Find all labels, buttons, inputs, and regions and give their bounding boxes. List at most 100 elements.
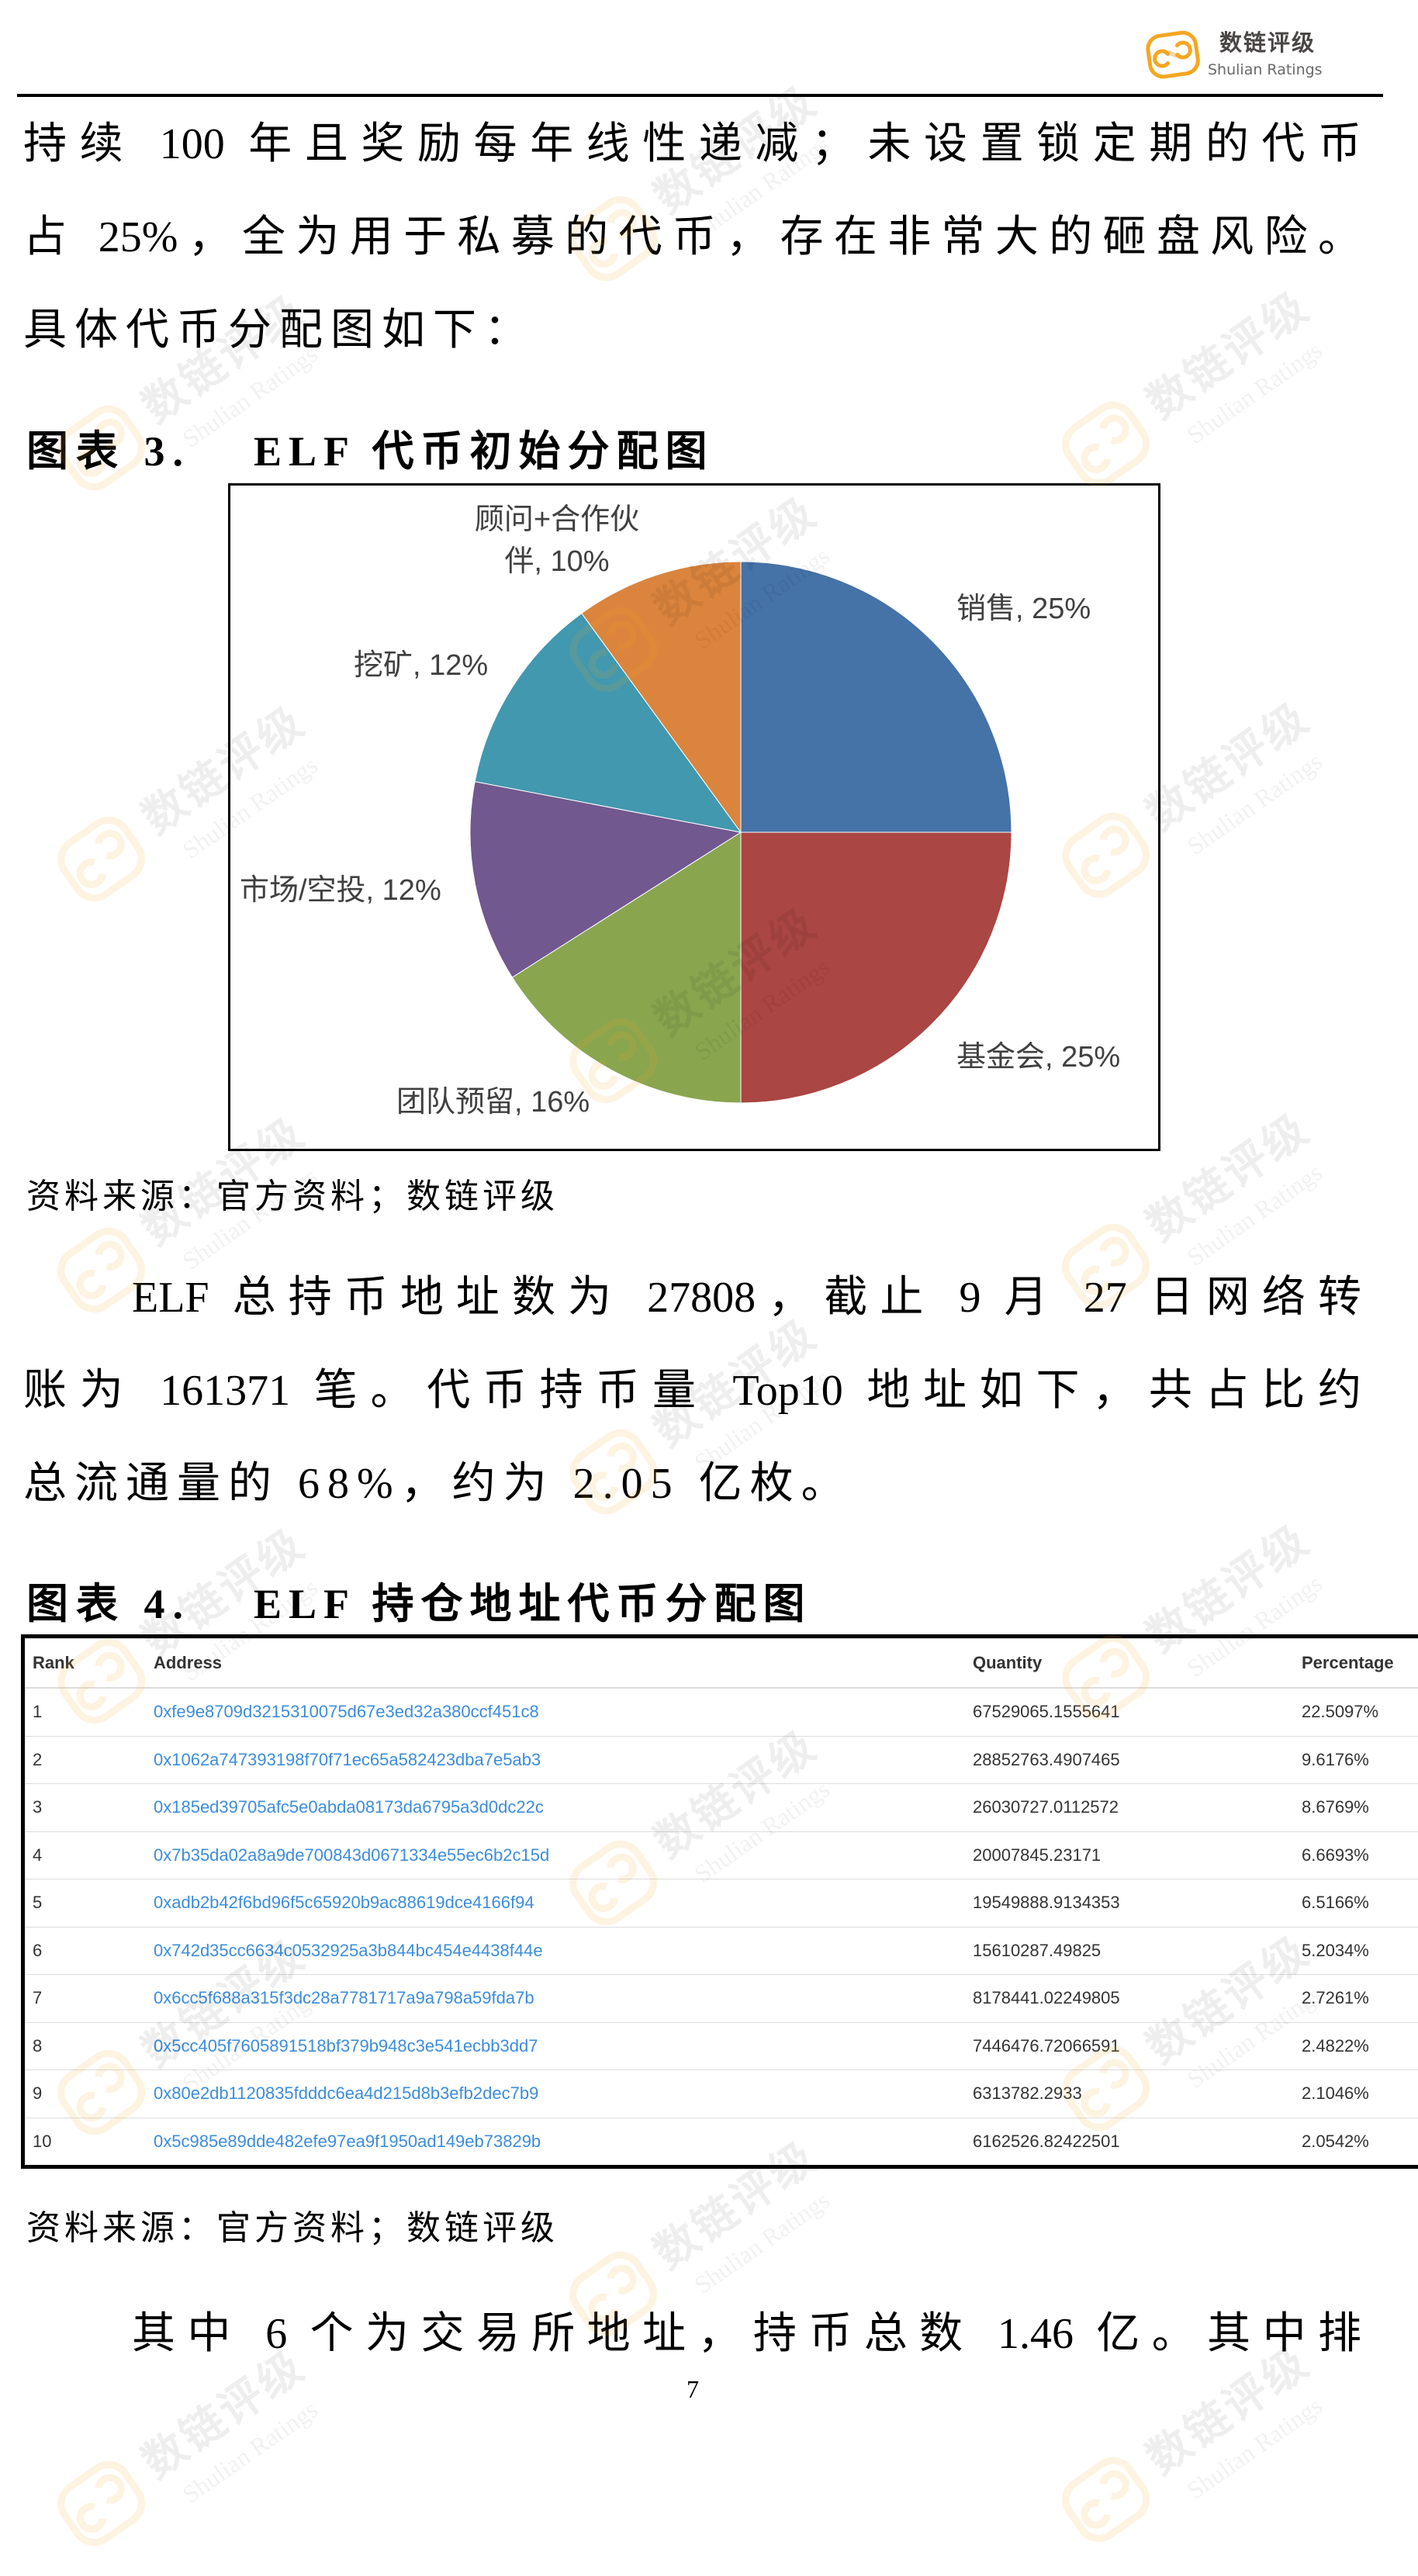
percentage-cell: 8.6769% (1294, 1783, 1418, 1831)
pie-label-marketing-airdrop: 市场/空投, 12% (240, 874, 441, 907)
quantity-cell: 15610287.49825 (965, 1926, 1294, 1975)
address-cell: 0x1062a747393198f70f71ec65a582423dba7e5a… (146, 1735, 965, 1784)
logo-name-cn: 数链评级 (1219, 29, 1316, 56)
rank-cell: 3 (25, 1783, 146, 1831)
table-row: 9 0x80e2db1120835fdddc6ea4d215d8b3efb2de… (25, 2069, 1418, 2118)
address-cell: 0x80e2db1120835fdddc6ea4d215d8b3efb2dec7… (146, 2069, 965, 2118)
percentage-cell: 6.5166% (1294, 1879, 1418, 1927)
watermark-text-en: Shulian Ratings (177, 2394, 323, 2509)
address-cell: 0xadb2b42f6bd96f5c65920b9ac88619dce4166f… (146, 1879, 965, 1927)
address-link[interactable]: 0xadb2b42f6bd96f5c65920b9ac88619dce4166f… (154, 1893, 534, 1912)
figure-4-source: 资料来源：官方资料；数链评级 (26, 2209, 559, 2247)
rank-cell: 2 (25, 1735, 146, 1784)
address-cell: 0x5cc405f7605891518bf379b948c3e541ecbb3d… (146, 2021, 965, 2070)
paragraph-line: ELF 总持币地址数为 27808，截止 9 月 27 日网络转 (132, 1274, 1361, 1322)
holders-table: Rank Address Quantity Percentage 1 0xfe9… (25, 1638, 1418, 2165)
figure-3-caption: 图表 3. ELF 代币初始分配图 (26, 424, 957, 479)
quantity-cell: 28852763.4907465 (965, 1735, 1294, 1784)
table-row: 2 0x1062a747393198f70f71ec65a582423dba7e… (25, 1735, 1418, 1784)
rank-cell: 8 (25, 2021, 146, 2070)
column-header-quantity: Quantity (965, 1638, 1294, 1689)
address-link[interactable]: 0x7b35da02a8a9de700843d0671334e55ec6b2c1… (154, 1845, 549, 1865)
header-divider (17, 94, 1383, 97)
figure-4-title: ELF 持仓地址代币分配图 (254, 1581, 812, 1627)
paragraph-line: 其中 6 个为交易所地址，持币总数 1.46 亿。其中排 (132, 2310, 1361, 2358)
rank-cell: 4 (25, 1831, 146, 1879)
percentage-cell: 2.1046% (1294, 2069, 1418, 2118)
table-row: 8 0x5cc405f7605891518bf379b948c3e541ecbb… (25, 2021, 1418, 2070)
figure-4-caption: 图表 4. ELF 持仓地址代币分配图 (26, 1577, 957, 1631)
watermark-text-en: Shulian Ratings (1181, 2391, 1327, 2505)
address-link[interactable]: 0x5cc405f7605891518bf379b948c3e541ecbb3d… (154, 2036, 538, 2056)
quantity-cell: 6162526.82422501 (965, 2117, 1294, 2165)
address-link[interactable]: 0x742d35cc6634c0532925a3b844bc454e4438f4… (154, 1941, 543, 1960)
watermark-logo-icon (57, 816, 146, 902)
intro-paragraph: 持续 100 年且奖励每年线性递减；未设置锁定期的代币 占 25%，全为用于私募… (23, 98, 1361, 377)
address-link[interactable]: 0x1062a747393198f70f71ec65a582423dba7e5a… (154, 1750, 541, 1769)
address-link[interactable]: 0x6cc5f688a315f3dc28a7781717a9a798a59fda… (154, 1988, 534, 2007)
table-header-row: Rank Address Quantity Percentage (25, 1638, 1418, 1689)
percentage-cell: 9.6176% (1294, 1735, 1418, 1784)
table-row: 10 0x5c985e89dde482efe97ea9f1950ad149eb7… (25, 2117, 1418, 2165)
exchange-paragraph: 其中 6 个为交易所地址，持币总数 1.46 亿。其中排 (23, 2287, 1361, 2381)
quantity-cell: 20007845.23171 (965, 1831, 1294, 1879)
percentage-cell: 6.6693% (1294, 1831, 1418, 1879)
pie-label-foundation: 基金会, 25% (956, 1041, 1121, 1074)
table-row: 6 0x742d35cc6634c0532925a3b844bc454e4438… (25, 1926, 1418, 1975)
pie-chart: 销售, 25% 基金会, 25% 团队预留, 16% 市场/空投, 12% 挖矿… (228, 483, 1160, 1151)
rank-cell: 7 (25, 1974, 146, 2022)
table-row: 4 0x7b35da02a8a9de700843d0671334e55ec6b2… (25, 1831, 1418, 1879)
rank-cell: 10 (25, 2117, 146, 2165)
quantity-cell: 67529065.1555641 (965, 1687, 1294, 1736)
top-holders-table: Rank Address Quantity Percentage 1 0xfe9… (21, 1634, 1418, 2169)
quantity-cell: 19549888.9134353 (965, 1879, 1294, 1927)
table-row: 5 0xadb2b42f6bd96f5c65920b9ac88619dce416… (25, 1879, 1418, 1927)
quantity-cell: 26030727.0112572 (965, 1783, 1294, 1831)
shulian-ratings-logo-icon (1146, 30, 1200, 79)
paragraph-line: 总流通量的 68%，约为 2.05 亿枚。 (23, 1460, 853, 1508)
percentage-cell: 2.4822% (1294, 2021, 1418, 2070)
column-header-rank: Rank (25, 1638, 146, 1689)
pie-label-team-reserve: 团队预留, 16% (396, 1086, 590, 1119)
percentage-cell: 5.2034% (1294, 1926, 1418, 1975)
paragraph-line: 占 25%，全为用于私募的代币，存在非常大的砸盘风险。 (23, 213, 1361, 261)
logo-name-en: Shulian Ratings (1208, 61, 1323, 78)
quantity-cell: 8178441.02249805 (965, 1974, 1294, 2022)
address-cell: 0x6cc5f688a315f3dc28a7781717a9a798a59fda… (146, 1974, 965, 2022)
address-link[interactable]: 0x185ed39705afc5e0abda08173da6795a3d0dc2… (154, 1797, 544, 1817)
address-cell: 0x7b35da02a8a9de700843d0671334e55ec6b2c1… (146, 1831, 965, 1879)
table-row: 1 0xfe9e8709d3215310075d67e3ed32a380ccf4… (25, 1687, 1418, 1736)
quantity-cell: 6313782.2933 (965, 2069, 1294, 2118)
watermark-logo-icon (57, 2460, 146, 2547)
percentage-cell: 2.0542% (1294, 2117, 1418, 2165)
figure-3-title: ELF 代币初始分配图 (254, 428, 714, 475)
rank-cell: 9 (25, 2069, 146, 2118)
address-cell: 0xfe9e8709d3215310075d67e3ed32a380ccf451… (146, 1687, 965, 1736)
figure-3-source: 资料来源：官方资料；数链评级 (26, 1177, 559, 1215)
pie-label-advisors-partners: 顾问+合作伙伴, 10% (474, 503, 640, 578)
watermark-logo-icon (1062, 2457, 1150, 2543)
paragraph-line: 具体代币分配图如下： (23, 306, 535, 354)
quantity-cell: 7446476.72066591 (965, 2021, 1294, 2070)
header-logo: 数链评级 Shulian Ratings (1145, 28, 1362, 82)
address-cell: 0x185ed39705afc5e0abda08173da6795a3d0dc2… (146, 1783, 965, 1831)
address-link[interactable]: 0xfe9e8709d3215310075d67e3ed32a380ccf451… (154, 1702, 539, 1721)
table-row: 7 0x6cc5f688a315f3dc28a7781717a9a798a59f… (25, 1974, 1418, 2022)
rank-cell: 5 (25, 1879, 146, 1927)
address-link[interactable]: 0x80e2db1120835fdddc6ea4d215d8b3efb2dec7… (154, 2083, 538, 2103)
percentage-cell: 2.7261% (1294, 1974, 1418, 2022)
address-link[interactable]: 0x5c985e89dde482efe97ea9f1950ad149eb7382… (154, 2132, 541, 2151)
rank-cell: 6 (25, 1926, 146, 1975)
figure-4-label: 图表 4. (26, 1581, 191, 1627)
paragraph-line: 持续 100 年且奖励每年线性递减；未设置锁定期的代币 (23, 120, 1361, 168)
table-row: 3 0x185ed39705afc5e0abda08173da6795a3d0d… (25, 1783, 1418, 1831)
watermark-text-en: Shulian Ratings (1181, 746, 1327, 860)
column-header-address: Address (146, 1638, 965, 1689)
rank-cell: 1 (25, 1687, 146, 1736)
address-cell: 0x742d35cc6634c0532925a3b844bc454e4438f4… (146, 1926, 965, 1975)
pie-label-mining: 挖矿, 12% (354, 649, 489, 682)
figure-3-label: 图表 3. (26, 428, 191, 475)
pie-label-sales: 销售, 25% (956, 593, 1091, 625)
page-number: 7 (687, 2375, 699, 2403)
column-header-percentage: Percentage (1294, 1638, 1418, 1689)
